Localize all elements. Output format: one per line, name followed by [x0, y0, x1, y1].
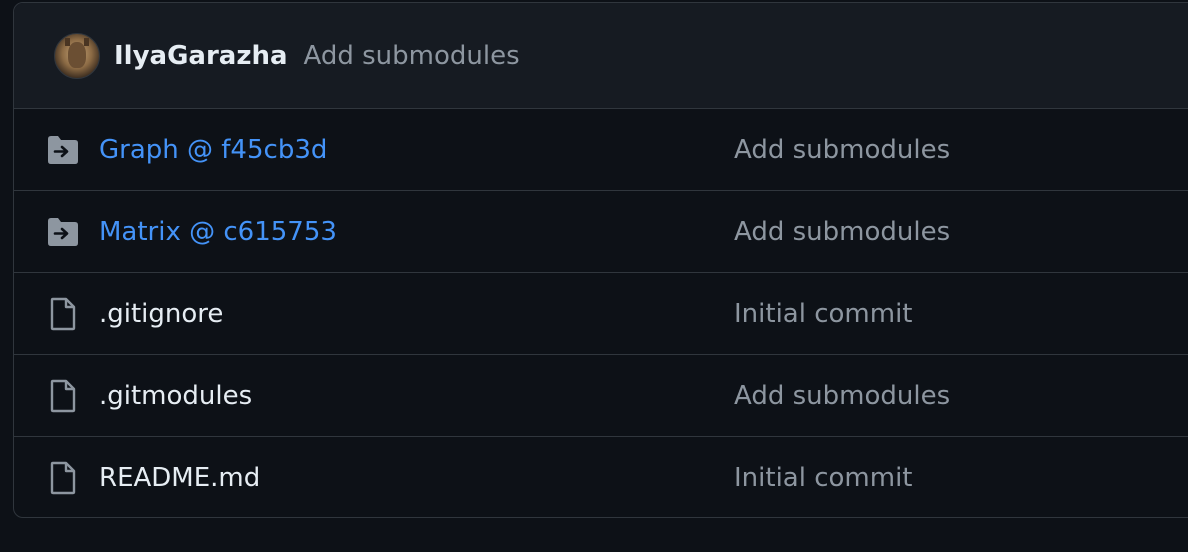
file-icon	[46, 461, 80, 495]
commit-message-gitmodules[interactable]: Add submodules	[734, 381, 950, 411]
file-icon	[46, 379, 80, 413]
commit-message-gitignore[interactable]: Initial commit	[734, 299, 912, 329]
submodule-folder-icon	[46, 133, 80, 167]
file-row-graph: Graph @ f45cb3d Add submodules	[14, 109, 1188, 191]
commit-author[interactable]: IlyaGarazha	[114, 41, 288, 71]
file-row-readme: README.md Initial commit	[14, 437, 1188, 517]
file-icon	[46, 297, 80, 331]
latest-commit-header: IlyaGarazha Add submodules	[14, 3, 1188, 109]
commit-message-graph[interactable]: Add submodules	[734, 135, 950, 165]
file-row-gitmodules: .gitmodules Add submodules	[14, 355, 1188, 437]
file-browser: IlyaGarazha Add submodules Graph @ f45cb…	[13, 2, 1188, 518]
latest-commit-message[interactable]: Add submodules	[304, 41, 520, 71]
commit-message-matrix[interactable]: Add submodules	[734, 217, 950, 247]
file-link-gitmodules[interactable]: .gitmodules	[99, 381, 252, 411]
file-row-gitignore: .gitignore Initial commit	[14, 273, 1188, 355]
file-link-graph[interactable]: Graph @ f45cb3d	[99, 135, 327, 165]
submodule-folder-icon	[46, 215, 80, 249]
commit-message-readme[interactable]: Initial commit	[734, 463, 912, 493]
file-link-matrix[interactable]: Matrix @ c615753	[99, 217, 337, 247]
file-link-readme[interactable]: README.md	[99, 463, 260, 493]
author-avatar[interactable]	[54, 32, 100, 79]
file-row-matrix: Matrix @ c615753 Add submodules	[14, 191, 1188, 273]
file-link-gitignore[interactable]: .gitignore	[99, 299, 223, 329]
